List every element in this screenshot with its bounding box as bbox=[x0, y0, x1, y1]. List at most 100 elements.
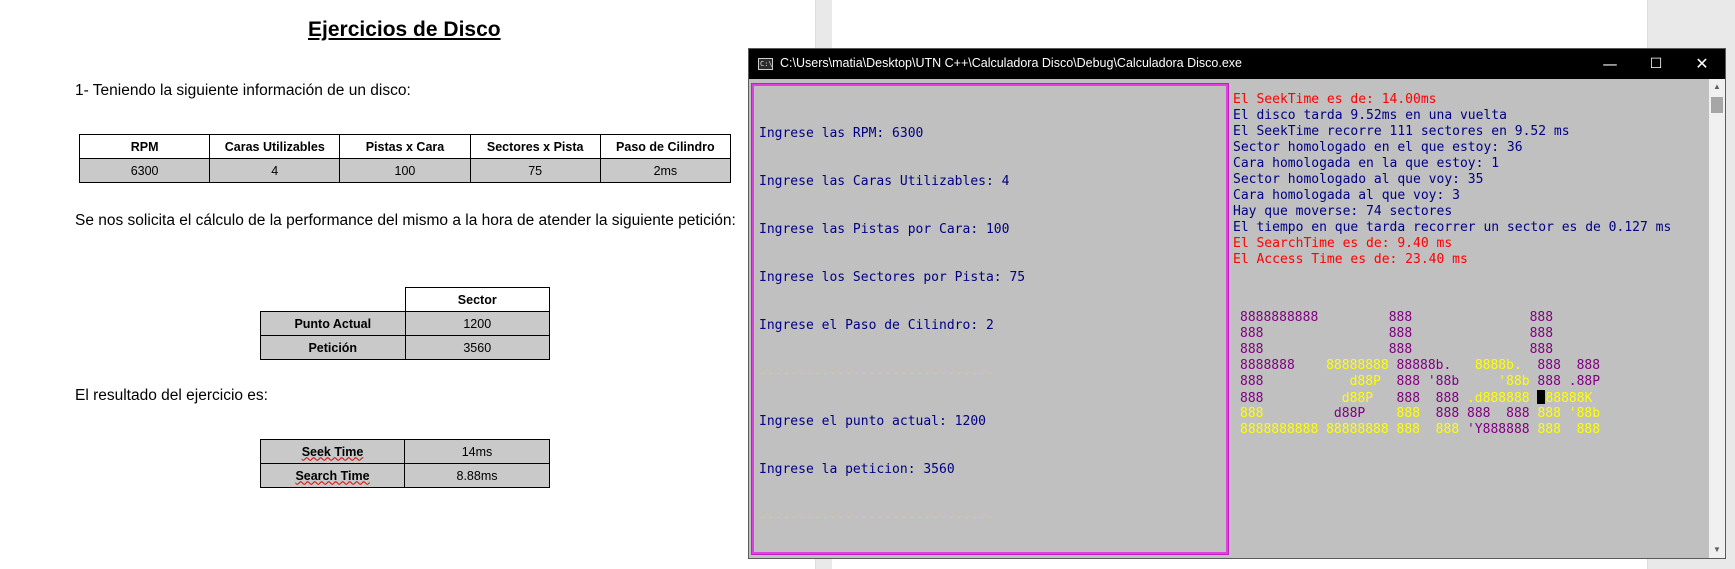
cell-sectores: 75 bbox=[469, 158, 601, 183]
console-output-line: El tiempo en que tarda recorrer un secto… bbox=[1233, 220, 1672, 235]
disk-info-table: RPM Caras Utilizables Pistas x Cara Sect… bbox=[78, 134, 732, 183]
output-lines: El SeekTime es de: 14.00ms El disco tarda… bbox=[1233, 92, 1671, 268]
seek-time-label-text: Seek Time bbox=[301, 444, 364, 459]
ascii-art-segment: 88888K bbox=[1545, 391, 1593, 406]
table-row: Punto Actual 1200 bbox=[260, 311, 551, 336]
console-output-line: El Access Time es de: 23.40 ms bbox=[1233, 252, 1468, 267]
table-header-row: Sector bbox=[260, 287, 551, 312]
request-table: Sector Punto Actual 1200 Petición 3560 bbox=[260, 287, 551, 360]
ascii-art-segment: 888 888 bbox=[1537, 422, 1601, 437]
console-output-pane: El SeekTime es de: 14.00ms El disco tarda… bbox=[1231, 84, 1707, 554]
scroll-down-arrow-icon[interactable]: ▼ bbox=[1709, 542, 1725, 558]
header-rpm: RPM bbox=[78, 134, 211, 159]
vertical-scrollbar[interactable]: ▲ ▼ bbox=[1709, 79, 1725, 558]
console-line-peticion: Ingrese la peticion: 3560 bbox=[759, 462, 955, 477]
console-output-line: Cara homologada en la que estoy: 1 bbox=[1233, 156, 1500, 171]
cell-rpm: 6300 bbox=[78, 158, 211, 183]
header-caras: Caras Utilizables bbox=[209, 134, 341, 159]
ascii-art-logo: 8888888888 888 888 888 888 888 888 888 888… bbox=[1240, 310, 1600, 438]
document-page-left: Ejercicios de Disco 1- Teniendo la sigui… bbox=[0, 0, 815, 569]
ascii-art-segment: 888 '88b bbox=[1380, 374, 1499, 389]
ascii-art-row: 888 d88P 888 888 888 888 888 '88b bbox=[1240, 406, 1600, 422]
ascii-art-row: 888 888 888 bbox=[1240, 326, 1600, 342]
console-output-line: El SeekTime es de: 14.00ms bbox=[1233, 92, 1437, 107]
console-output-line: El disco tarda 9.52ms en una vuelta bbox=[1233, 108, 1507, 123]
table-row: Petición 3560 bbox=[260, 335, 551, 360]
input-lines: Ingrese las RPM: 6300 Ingrese las Caras … bbox=[759, 94, 1025, 558]
console-line-paso: Ingrese el Paso de Cilindro: 2 bbox=[759, 318, 994, 333]
ascii-art-segment: 888 888 bbox=[1373, 391, 1467, 406]
value-peticion: 3560 bbox=[404, 335, 551, 360]
console-line-caras: Ingrese las Caras Utilizables: 4 bbox=[759, 174, 1010, 189]
maximize-button[interactable]: ☐ bbox=[1633, 49, 1679, 79]
ascii-art-row: 8888888 88888888 88888b. 8888b. 888 888 bbox=[1240, 358, 1600, 374]
result-table: Seek Time 14ms Search Time 8.88ms bbox=[260, 439, 550, 488]
ascii-art-segment: 888 888 bbox=[1521, 358, 1601, 373]
value-search-time: 8.88ms bbox=[404, 463, 550, 488]
console-window[interactable]: C:\ C:\Users\matia\Desktop\UTN C++\Calcu… bbox=[748, 48, 1726, 559]
console-output-line: Sector homologado en el que estoy: 36 bbox=[1233, 140, 1523, 155]
ascii-art-segment: 888 888 888 bbox=[1420, 406, 1538, 421]
console-line-sectores: Ingrese los Sectores por Pista: 75 bbox=[759, 270, 1026, 285]
ascii-art-segment: 8888888888 888 888 bbox=[1240, 310, 1554, 325]
console-line-punto-actual: Ingrese el punto actual: 1200 bbox=[759, 414, 986, 429]
label-seek-time: Seek Time bbox=[260, 439, 405, 464]
console-line-rpm: Ingrese las RPM: 6300 bbox=[759, 126, 924, 141]
paragraph-intro: 1- Teniendo la siguiente información de … bbox=[75, 82, 411, 99]
ascii-art-segment: 888 .88P bbox=[1529, 374, 1601, 389]
ascii-art-row: 888 888 888 bbox=[1240, 342, 1600, 358]
console-output-line: Cara homologada al que voy: 3 bbox=[1233, 188, 1460, 203]
ascii-art-segment: .d888888 bbox=[1466, 391, 1530, 406]
ascii-art-segment: 88888b. bbox=[1388, 358, 1475, 373]
blank-cell bbox=[260, 287, 406, 312]
table-row: 6300 4 100 75 2ms bbox=[78, 158, 732, 183]
ascii-art-row: 8888888888 88888888 888 888 'Y888888 888… bbox=[1240, 422, 1600, 438]
console-app-icon: C:\ bbox=[758, 58, 773, 70]
close-button[interactable]: ✕ bbox=[1679, 49, 1725, 79]
table-row: Search Time 8.88ms bbox=[260, 463, 550, 488]
ascii-art-segment: d88P bbox=[1349, 374, 1381, 389]
ascii-art-segment: 'Y888888 bbox=[1459, 422, 1538, 437]
cell-paso: 2ms bbox=[599, 158, 732, 183]
header-pistas: Pistas x Cara bbox=[339, 134, 471, 159]
ascii-art-segment: 888 bbox=[1240, 391, 1342, 406]
ascii-art-segment: 888 bbox=[1240, 374, 1350, 389]
value-punto-actual: 1200 bbox=[404, 311, 551, 336]
console-title: C:\Users\matia\Desktop\UTN C++\Calculado… bbox=[780, 56, 1242, 70]
header-sector: Sector bbox=[404, 287, 551, 312]
ascii-art-segment: 8888888888 88888888 888 888 bbox=[1240, 422, 1460, 437]
label-peticion: Petición bbox=[260, 335, 406, 360]
paragraph-request: Se nos solicita el cálculo de la perform… bbox=[75, 212, 736, 229]
cell-caras: 4 bbox=[209, 158, 341, 183]
scroll-up-arrow-icon[interactable]: ▲ bbox=[1709, 79, 1725, 95]
cell-pistas: 100 bbox=[339, 158, 471, 183]
table-row: Seek Time 14ms bbox=[260, 439, 550, 464]
ascii-art-segment: 888 bbox=[1240, 406, 1264, 421]
paragraph-result: El resultado del ejercicio es: bbox=[75, 387, 268, 404]
console-titlebar[interactable]: C:\ C:\Users\matia\Desktop\UTN C++\Calcu… bbox=[749, 49, 1725, 79]
value-seek-time: 14ms bbox=[404, 439, 550, 464]
console-output-line: El SeekTime recorre 111 sectores en 9.52… bbox=[1233, 124, 1570, 139]
ascii-art-segment: 888 '88b bbox=[1537, 406, 1601, 421]
ascii-art-segment: '88b bbox=[1498, 374, 1530, 389]
scroll-thumb[interactable] bbox=[1711, 97, 1723, 113]
ascii-art-segment: 888 888 888 bbox=[1240, 342, 1554, 357]
ascii-art-segment: 888 888 888 bbox=[1240, 326, 1554, 341]
console-output-line: El SearchTime es de: 9.40 ms bbox=[1233, 236, 1453, 251]
ascii-art-segment: 8888b. bbox=[1474, 358, 1522, 373]
ascii-art-segment: d88P bbox=[1341, 391, 1374, 406]
console-divider: ------------------------------ bbox=[759, 510, 994, 525]
ascii-art-row: 888 d88P 888 888 .d888888 88888K bbox=[1240, 390, 1600, 406]
search-time-label-text: Search Time bbox=[295, 468, 370, 483]
label-search-time: Search Time bbox=[260, 463, 405, 488]
minimize-button[interactable]: — bbox=[1587, 49, 1633, 79]
ascii-art-segment: d88P bbox=[1263, 406, 1397, 421]
console-divider: ------------------------------ bbox=[759, 366, 994, 381]
header-paso: Paso de Cilindro bbox=[599, 134, 732, 159]
document-title: Ejercicios de Disco bbox=[308, 18, 501, 41]
header-sectores: Sectores x Pista bbox=[469, 134, 601, 159]
console-output-line: Hay que moverse: 74 sectores bbox=[1233, 204, 1453, 219]
ascii-art-row: 8888888888 888 888 bbox=[1240, 310, 1600, 326]
console-input-pane[interactable]: Ingrese las RPM: 6300 Ingrese las Caras … bbox=[751, 83, 1229, 555]
ascii-art-row: 888 d88P 888 '88b '88b 888 .88P bbox=[1240, 374, 1600, 390]
